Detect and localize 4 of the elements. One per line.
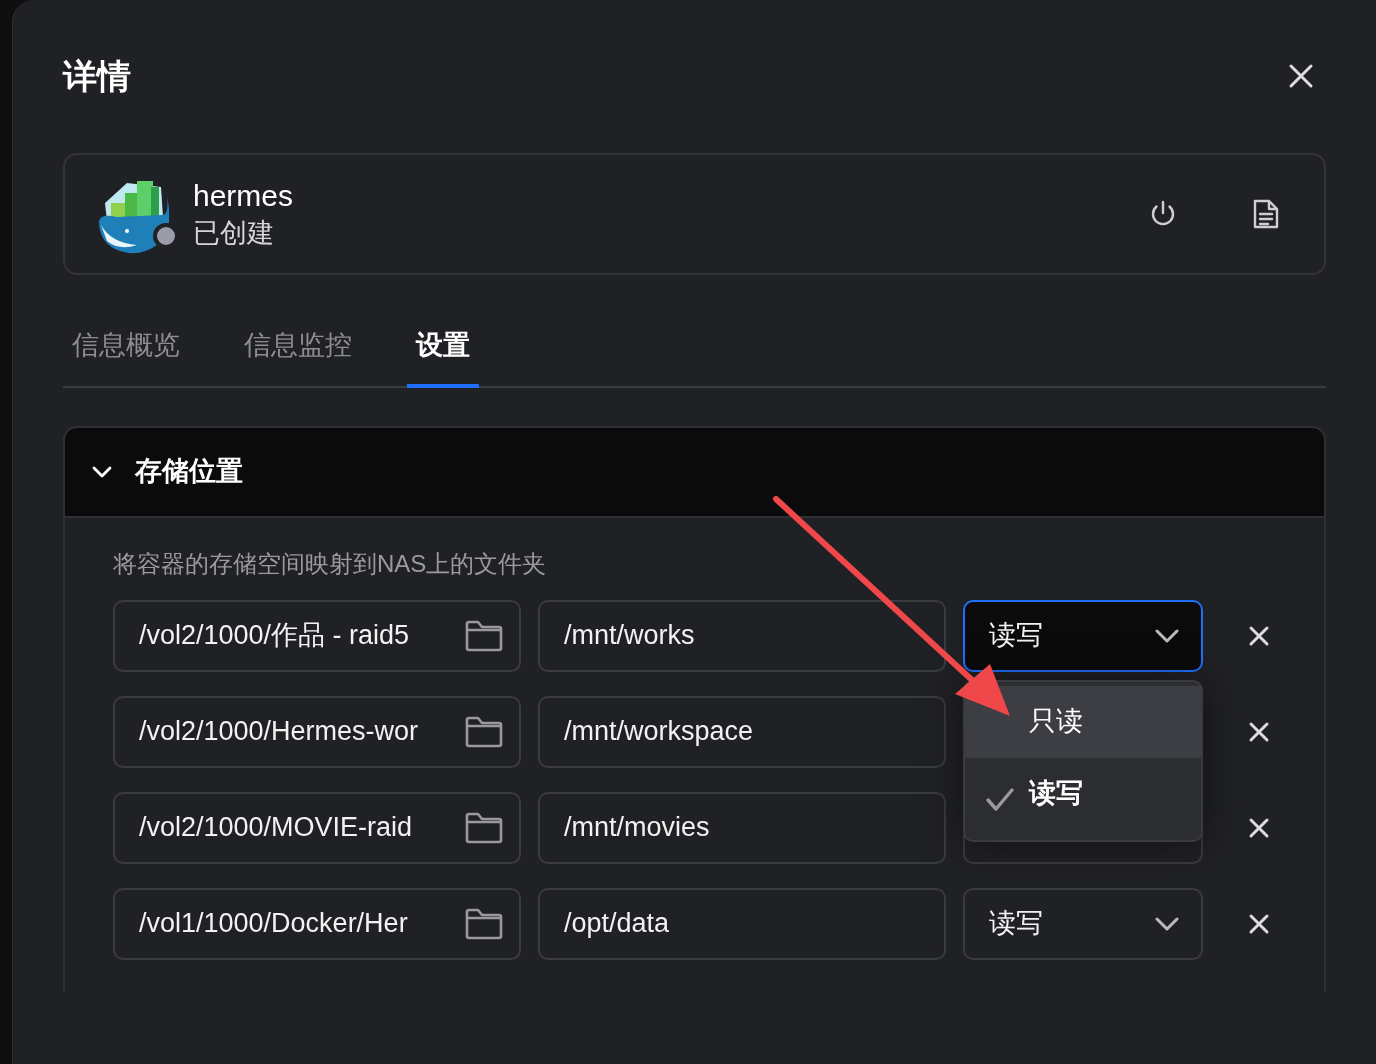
app-status: 已创建 [193,217,275,250]
app-name: hermes [193,178,294,214]
section-description: 将容器的存储空间映射到NAS上的文件夹 [113,548,548,579]
dialog-title: 详情 [63,56,131,97]
